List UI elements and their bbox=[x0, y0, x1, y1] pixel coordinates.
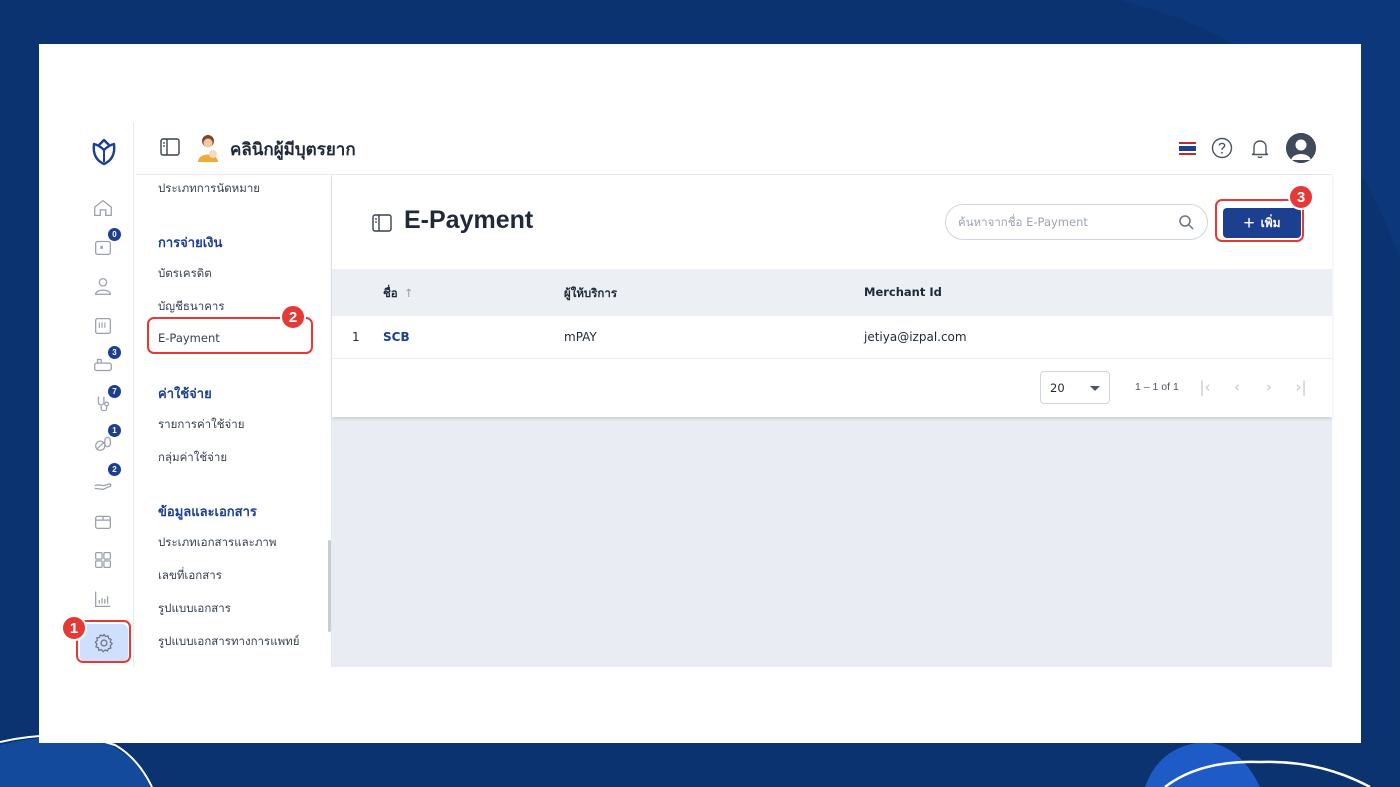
search-box bbox=[945, 204, 1208, 240]
submenu-item-document-format[interactable]: รูปแบบเอกสาร bbox=[158, 600, 231, 618]
stethoscope-icon[interactable]: 7 bbox=[89, 385, 121, 418]
page-title-icon bbox=[372, 214, 392, 232]
user-avatar-icon bbox=[1286, 133, 1316, 163]
row-name-link[interactable]: SCB bbox=[383, 330, 410, 344]
sidebar-toggle-icon[interactable] bbox=[160, 138, 180, 156]
submenu-item-expense-group[interactable]: กลุ่มค่าใช้จ่าย bbox=[158, 449, 227, 467]
prev-page-icon[interactable]: ‹ bbox=[1227, 377, 1247, 397]
thai-flag-icon[interactable] bbox=[1179, 141, 1196, 155]
table-header: ชื่อ ↑ ผู้ให้บริการ Merchant Id bbox=[332, 269, 1332, 316]
stethoscope-badge: 7 bbox=[108, 385, 121, 398]
submenu-item-expense-list[interactable]: รายการค่าใช้จ่าย bbox=[158, 416, 244, 434]
submenu-section-expense: ค่าใช้จ่าย bbox=[158, 387, 212, 402]
pagination: 20 1 – 1 of 1 |‹ ‹ › ›| bbox=[332, 371, 1332, 405]
clinic-name[interactable]: คลินิกผู้มีบุตรยาก bbox=[230, 136, 356, 163]
next-page-icon[interactable]: › bbox=[1259, 377, 1279, 397]
user-avatar[interactable] bbox=[1286, 133, 1316, 163]
apps-icon[interactable] bbox=[89, 546, 117, 574]
submenu-section-payment: การจ่ายเงิน bbox=[158, 236, 223, 251]
medicine-badge: 1 bbox=[108, 424, 121, 437]
service-badge: 2 bbox=[108, 463, 121, 476]
first-page-icon[interactable]: |‹ bbox=[1195, 377, 1215, 397]
queue-icon[interactable] bbox=[89, 312, 117, 340]
row-provider: mPAY bbox=[564, 330, 597, 344]
table-row[interactable]: 1 SCB mPAY jetiya@izpal.com bbox=[332, 316, 1332, 359]
column-header-name-label: ชื่อ bbox=[383, 286, 398, 300]
help-icon[interactable] bbox=[1210, 136, 1234, 160]
report-chart-icon[interactable] bbox=[89, 585, 117, 613]
submenu-item-credit-card[interactable]: บัตรเครดิต bbox=[158, 265, 212, 283]
e-payment-card: E-Payment + เพิ่ม ชื่อ↑ ผู้ให้บริการ Mer… bbox=[332, 175, 1332, 417]
submenu-item-document-number[interactable]: เลขที่เอกสาร bbox=[158, 567, 222, 585]
row-index: 1 bbox=[352, 330, 360, 344]
home-icon[interactable] bbox=[89, 194, 117, 222]
page-size-select[interactable]: 20 bbox=[1040, 371, 1110, 404]
treatment-icon[interactable]: 3 bbox=[89, 346, 121, 379]
submenu-item-appointment-types[interactable]: ประเภทการนัดหมาย bbox=[158, 180, 260, 198]
bell-icon[interactable] bbox=[1248, 136, 1272, 160]
icon-rail: 0 3 7 1 2 bbox=[80, 122, 134, 667]
column-header-provider[interactable]: ผู้ให้บริการ bbox=[564, 285, 617, 303]
page-size-value: 20 bbox=[1050, 381, 1065, 395]
clinic-avatar-icon bbox=[198, 135, 218, 162]
topbar-actions bbox=[1179, 132, 1316, 164]
treatment-badge: 3 bbox=[108, 346, 121, 359]
appointment-icon[interactable]: 0 bbox=[89, 228, 121, 261]
column-header-merchant-id[interactable]: Merchant Id bbox=[864, 285, 942, 299]
page-title: E-Payment bbox=[404, 206, 534, 234]
main-content: E-Payment + เพิ่ม ชื่อ↑ ผู้ให้บริการ Mer… bbox=[332, 175, 1332, 667]
submenu-item-medical-document-format[interactable]: รูปแบบเอกสารทางการแพทย์ bbox=[158, 633, 300, 651]
sort-arrow-icon[interactable]: ↑ bbox=[404, 286, 414, 300]
callout-number-2: 2 bbox=[280, 304, 306, 330]
screenshot-frame: 0 3 7 1 2 1 คลินิกผู้มีบุตรยาก ประเภทการ… bbox=[39, 44, 1361, 743]
row-merchant-id: jetiya@izpal.com bbox=[864, 330, 967, 344]
submenu-section-documents: ข้อมูลและเอกสาร bbox=[158, 505, 257, 520]
service-icon[interactable]: 2 bbox=[89, 463, 121, 496]
appointment-badge: 0 bbox=[108, 228, 121, 241]
page-range: 1 – 1 of 1 bbox=[1135, 381, 1179, 393]
last-page-icon[interactable]: ›| bbox=[1291, 377, 1311, 397]
submenu-item-document-types[interactable]: ประเภทเอกสารและภาพ bbox=[158, 534, 276, 552]
settings-submenu: ประเภทการนัดหมาย การจ่ายเงิน บัตรเครดิต … bbox=[136, 175, 332, 667]
submenu-scrollbar[interactable] bbox=[328, 540, 331, 632]
chevron-down-icon bbox=[1090, 386, 1100, 391]
inventory-icon[interactable] bbox=[89, 507, 117, 535]
callout-number-1: 1 bbox=[61, 615, 87, 641]
search-icon[interactable] bbox=[1178, 214, 1195, 231]
callout-number-3: 3 bbox=[1288, 184, 1314, 210]
submenu-item-bank-account[interactable]: บัญชีธนาคาร bbox=[158, 298, 225, 316]
column-header-name[interactable]: ชื่อ ↑ bbox=[383, 285, 413, 303]
patient-icon[interactable] bbox=[89, 272, 117, 300]
clinic-logo-icon[interactable] bbox=[88, 136, 120, 168]
search-input[interactable] bbox=[958, 213, 1168, 231]
medicine-icon[interactable]: 1 bbox=[89, 424, 121, 457]
top-bar: คลินิกผู้มีบุตรยาก bbox=[136, 122, 1332, 175]
